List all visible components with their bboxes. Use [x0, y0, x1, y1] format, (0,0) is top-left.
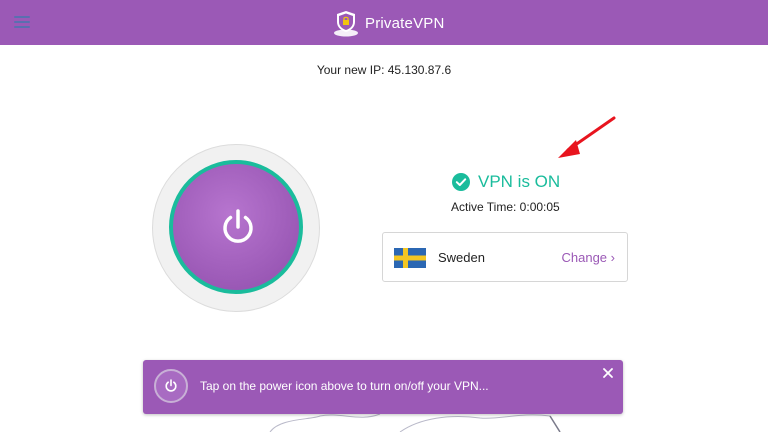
- toast-message: Tap on the power icon above to turn on/o…: [200, 379, 489, 393]
- app-title: PrivateVPN: [365, 14, 445, 32]
- shield-logo-icon: [334, 11, 358, 37]
- vpn-status: VPN is ON: [452, 172, 560, 192]
- location-selector[interactable]: Sweden Change ›: [382, 232, 628, 282]
- sweden-flag-icon: [394, 248, 426, 268]
- change-label: Change: [561, 250, 608, 265]
- toast-power-icon: [154, 369, 188, 403]
- close-icon[interactable]: [601, 366, 615, 380]
- power-icon: [165, 379, 177, 392]
- power-button[interactable]: [169, 160, 303, 294]
- country-name: Sweden: [438, 250, 485, 265]
- tip-toast: Tap on the power icon above to turn on/o…: [143, 360, 623, 414]
- check-circle-icon: [452, 173, 470, 191]
- active-time-text: Active Time: 0:00:05: [451, 200, 560, 214]
- app-header: PrivateVPN: [0, 0, 768, 45]
- hamburger-menu-icon[interactable]: [14, 15, 32, 29]
- vpn-status-text: VPN is ON: [478, 172, 561, 191]
- chevron-right-icon: ›: [610, 250, 615, 265]
- app-logo: PrivateVPN: [333, 8, 445, 38]
- red-arrow-icon: [558, 116, 616, 158]
- change-location-button[interactable]: Change ›: [561, 250, 615, 265]
- power-icon: [223, 209, 253, 243]
- ip-address-text: Your new IP: 45.130.87.6: [316, 63, 452, 77]
